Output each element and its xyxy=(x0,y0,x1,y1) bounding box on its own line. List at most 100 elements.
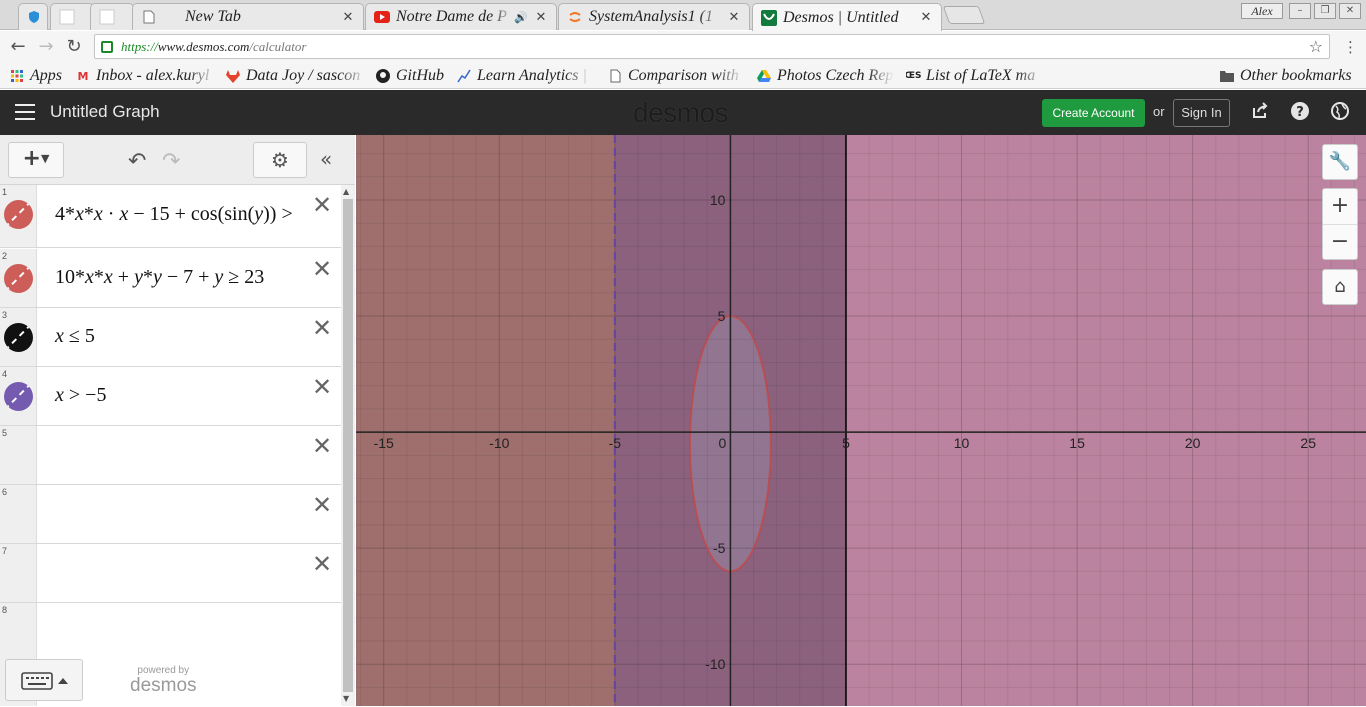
tab-youtube[interactable]: Notre Dame de P 🔊 ✕ xyxy=(365,3,557,30)
bookmark-apps[interactable]: Apps xyxy=(10,65,62,87)
browser-toolbar: ← → ↻ https://www.desmos.com/calculator … xyxy=(0,31,1366,62)
row-number: 6 xyxy=(2,487,8,497)
expression-row[interactable]: 2 10*x*x + y*y − 7 + y ≥ 23 ✕ xyxy=(0,249,341,308)
expression-row[interactable]: 6 ✕ xyxy=(0,485,341,544)
add-item-button[interactable]: +▼ xyxy=(8,142,64,178)
gmail-icon: M xyxy=(77,69,89,83)
graph-canvas[interactable]: -15 -10 -5 0 5 10 15 20 25 10 5 -5 -10 🔧 + − ⌂ xyxy=(356,135,1366,706)
tab-new-tab[interactable]: New Tab ✕ xyxy=(132,3,364,30)
expression-row[interactable]: 1 4*x*x · x − 15 + cos(sin(y)) > ✕ xyxy=(0,185,341,248)
globe-icon[interactable] xyxy=(1330,102,1350,122)
bookmark-inbox[interactable]: M Inbox - alex.kuryl xyxy=(76,65,216,87)
x-tick-label: -15 xyxy=(374,435,394,451)
delete-expression-icon[interactable]: ✕ xyxy=(312,314,332,342)
bookmark-github[interactable]: GitHub xyxy=(376,65,444,87)
bookmark-comparison[interactable]: Comparison with xyxy=(608,65,743,87)
delete-expression-icon[interactable]: ✕ xyxy=(312,432,332,460)
home-icon[interactable]: ⌂ xyxy=(1322,269,1358,305)
window-close-button[interactable]: ✕ xyxy=(1339,3,1361,19)
address-bar[interactable]: https://www.desmos.com/calculator ☆ xyxy=(94,34,1330,59)
share-icon[interactable] xyxy=(1250,102,1270,122)
expression-row[interactable]: 4 x > −5 ✕ xyxy=(0,367,341,426)
delete-expression-icon[interactable]: ✕ xyxy=(312,191,332,219)
bookmark-latex[interactable]: ŒS List of LaTeX ma xyxy=(906,65,1044,87)
expression-gutter: 3 xyxy=(0,308,37,366)
forward-arrow-icon[interactable]: → xyxy=(34,35,58,59)
shield-icon xyxy=(26,9,42,25)
y-tick-label: 10 xyxy=(710,192,726,208)
youtube-icon xyxy=(374,9,390,25)
back-arrow-icon[interactable]: ← xyxy=(6,35,30,59)
expression-math[interactable]: 10*x*x + y*y − 7 + y ≥ 23 xyxy=(55,266,264,289)
google-drive-icon xyxy=(757,69,771,83)
tab-pinned-2[interactable] xyxy=(50,3,94,30)
color-swatch-icon[interactable] xyxy=(4,200,33,229)
collapse-panel-icon[interactable]: « xyxy=(320,147,332,171)
close-icon[interactable]: ✕ xyxy=(725,10,743,25)
tab-desmos[interactable]: Desmos | Untitled ✕ xyxy=(752,3,942,31)
close-icon[interactable]: ✕ xyxy=(532,10,550,25)
color-swatch-icon[interactable] xyxy=(4,323,33,352)
bookmark-photos[interactable]: Photos Czech Rep xyxy=(757,65,894,87)
reload-icon[interactable]: ↻ xyxy=(62,35,86,59)
row-number: 5 xyxy=(2,428,8,438)
expression-row[interactable]: 3 x ≤ 5 ✕ xyxy=(0,308,341,367)
close-icon[interactable]: ✕ xyxy=(917,10,935,25)
bookmark-star-icon[interactable]: ☆ xyxy=(1309,37,1323,56)
gear-icon[interactable]: ⚙ xyxy=(253,142,307,178)
minimize-button[interactable]: – xyxy=(1289,3,1311,19)
scroll-thumb[interactable] xyxy=(343,199,353,692)
row-number: 7 xyxy=(2,546,8,556)
zoom-out-icon[interactable]: − xyxy=(1323,225,1357,260)
expression-math[interactable]: x > −5 xyxy=(55,384,106,407)
bookmark-other[interactable]: Other bookmarks xyxy=(1220,65,1352,87)
powered-by-desmos: powered by desmos xyxy=(130,665,197,696)
tab-pinned-3[interactable] xyxy=(90,3,134,30)
expression-math[interactable]: 4*x*x · x − 15 + cos(sin(y)) > xyxy=(55,203,325,226)
expression-gutter: 2 xyxy=(0,249,37,307)
x-tick-label: 5 xyxy=(842,435,850,451)
undo-icon[interactable]: ↶ xyxy=(128,149,146,174)
delete-expression-icon[interactable]: ✕ xyxy=(312,550,332,578)
delete-expression-icon[interactable]: ✕ xyxy=(312,373,332,401)
color-swatch-icon[interactable] xyxy=(4,264,33,293)
keyboard-icon xyxy=(21,672,68,690)
row-number: 8 xyxy=(2,605,8,615)
graph-svg[interactable]: -15 -10 -5 0 5 10 15 20 25 10 5 -5 -10 xyxy=(356,135,1366,706)
desmos-icon xyxy=(761,9,777,26)
help-icon[interactable]: ? xyxy=(1290,102,1310,122)
close-icon[interactable]: ✕ xyxy=(339,10,357,25)
create-account-button[interactable]: Create Account xyxy=(1042,99,1145,127)
expression-row[interactable]: 7 ✕ xyxy=(0,544,341,603)
bookmark-data-joy[interactable]: Data Joy / sascon xyxy=(226,65,366,87)
tab-jupyter[interactable]: SystemAnalysis1 (1 ✕ xyxy=(558,3,750,30)
tab-title: New Tab xyxy=(185,8,241,25)
scroll-up-icon[interactable]: ▲ xyxy=(343,187,349,196)
expression-scrollbar[interactable]: ▲ ▼ xyxy=(341,185,355,706)
graph-title[interactable]: Untitled Graph xyxy=(50,102,160,122)
analytics-icon xyxy=(457,69,471,83)
delete-expression-icon[interactable]: ✕ xyxy=(312,491,332,519)
speaker-icon[interactable]: 🔊 xyxy=(514,11,528,24)
url-text[interactable]: https://www.desmos.com/calculator xyxy=(121,39,1309,55)
zoom-in-icon[interactable]: + xyxy=(1323,189,1357,225)
expression-row[interactable]: 5 ✕ xyxy=(0,426,341,485)
profile-button[interactable]: Alex xyxy=(1241,3,1283,19)
hamburger-menu-icon[interactable] xyxy=(15,104,35,120)
y-tick-label: 5 xyxy=(718,308,726,324)
keypad-toggle-button[interactable] xyxy=(5,659,83,701)
sign-in-button[interactable]: Sign In xyxy=(1173,99,1230,127)
desmos-logo: desmos xyxy=(633,97,729,128)
expression-gutter: 6 xyxy=(0,485,37,543)
tab-pinned-1[interactable] xyxy=(18,3,48,30)
menu-dots-icon[interactable]: ⋮ xyxy=(1343,38,1358,56)
bookmark-learn-analytics[interactable]: Learn Analytics | xyxy=(457,65,592,87)
color-swatch-icon[interactable] xyxy=(4,382,33,411)
new-tab-button[interactable] xyxy=(942,6,986,24)
restore-button[interactable]: ❐ xyxy=(1314,3,1336,19)
redo-icon[interactable]: ↷ xyxy=(162,149,180,174)
wrench-icon[interactable]: 🔧 xyxy=(1322,144,1358,180)
scroll-down-icon[interactable]: ▼ xyxy=(343,694,349,703)
expression-math[interactable]: x ≤ 5 xyxy=(55,325,95,348)
delete-expression-icon[interactable]: ✕ xyxy=(312,255,332,283)
